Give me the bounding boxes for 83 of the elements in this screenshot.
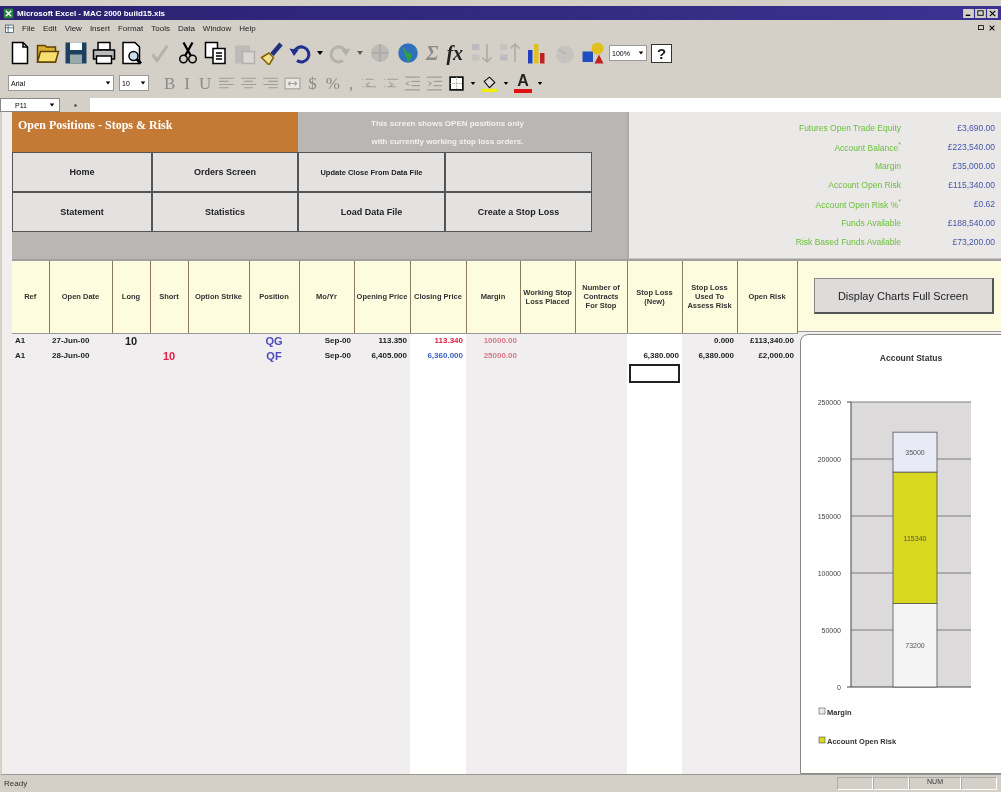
- menu-item[interactable]: Help: [238, 23, 257, 33]
- active-cell[interactable]: [629, 364, 680, 383]
- restore-button[interactable]: [975, 8, 986, 18]
- table-cell: 27-Jun-00: [52, 336, 90, 346]
- menu-item[interactable]: Data: [176, 23, 196, 33]
- summary-label: Account Open Risk %$^{*}$: [814, 198, 901, 210]
- table-cell: 6,405.000: [371, 351, 407, 360]
- summary-label: Margin: [874, 161, 901, 171]
- status-text: Ready: [4, 779, 28, 788]
- table-cell: Sep-00: [324, 336, 351, 346]
- shapes-icon[interactable]: [581, 41, 606, 65]
- workbook-icon: [4, 22, 15, 34]
- notice-text: with currently working stop loss orders.: [371, 136, 524, 146]
- help-button[interactable]: ?: [651, 43, 673, 63]
- menu-item[interactable]: Edit: [41, 23, 58, 33]
- menu-item[interactable]: Format: [116, 23, 145, 33]
- summary-value: £73,200.00: [951, 237, 995, 247]
- table-cell: 113.350: [378, 336, 407, 346]
- input-column[interactable]: [627, 385, 682, 774]
- table-cell: 28-Jun-00: [52, 351, 90, 360]
- nav-button[interactable]: Create a Stop Loss: [445, 192, 592, 232]
- menu-item[interactable]: Window: [201, 23, 233, 33]
- sheet-title: Open Positions - Stops & Risk: [18, 118, 173, 132]
- table-cell: 0.000: [713, 336, 734, 346]
- summary-value: £3,690.00: [956, 123, 995, 133]
- minimize-button[interactable]: [963, 8, 974, 18]
- table-cell: £2,000.00: [758, 351, 794, 360]
- font-color-button[interactable]: A: [514, 73, 532, 93]
- nav-button[interactable]: Load Data File: [298, 192, 445, 232]
- table-cell: QF: [266, 349, 282, 362]
- nav-button[interactable]: Home: [12, 152, 152, 192]
- scissors-icon[interactable]: [176, 41, 200, 65]
- summary-value: £35,000.00: [951, 161, 995, 171]
- summary-label: Futures Open Trade Equity: [797, 123, 901, 133]
- notice-text: This screen shows OPEN positions only: [371, 118, 524, 128]
- window-title: Microsoft Excel - MAC 2000 build15.xls: [17, 8, 166, 18]
- table-cell: A1: [15, 351, 26, 360]
- magnifier-page-icon[interactable]: [120, 41, 144, 65]
- paintbrush-icon[interactable]: [260, 41, 284, 65]
- table-cell: 10: [162, 349, 176, 362]
- display-charts-button[interactable]: Display Charts Full Screen: [813, 278, 994, 314]
- summary-label: Risk Based Funds Available: [794, 237, 901, 247]
- borders-icon[interactable]: [448, 74, 466, 92]
- summary-label: Funds Available: [840, 218, 901, 228]
- table-cell: 6,360.000: [427, 351, 463, 360]
- nav-button[interactable]: Statistics: [152, 192, 298, 232]
- summary-value: £188,540.00: [946, 218, 995, 228]
- table-cell: 25000.00: [483, 351, 517, 360]
- menu-item[interactable]: View: [63, 23, 83, 33]
- status-panel: [961, 777, 997, 790]
- restore-button[interactable]: [976, 24, 986, 32]
- table-cell: 6,380.000: [698, 351, 734, 360]
- menu-item[interactable]: File: [21, 23, 36, 33]
- input-column[interactable]: [410, 385, 466, 774]
- close-button[interactable]: [987, 24, 997, 32]
- globe-icon[interactable]: [396, 41, 420, 65]
- copy-icon[interactable]: [204, 41, 228, 65]
- toolbar-button[interactable]: fx: [444, 43, 466, 63]
- table-cell: 6,380.000: [643, 351, 679, 360]
- status-panel: [873, 777, 909, 790]
- table-cell: A1: [15, 336, 26, 346]
- close-button[interactable]: [987, 8, 998, 18]
- paint-bucket-icon[interactable]: [481, 74, 499, 92]
- dot-icon[interactable]: [72, 102, 78, 108]
- nav-button[interactable]: Statement: [12, 192, 152, 232]
- summary-value: £0.62: [972, 199, 995, 209]
- summary-label: Account Balance$^{*}$: [833, 141, 901, 153]
- table-cell: £113,340.00: [749, 336, 794, 346]
- nav-button[interactable]: Orders Screen: [152, 152, 298, 192]
- table-cell: 113.340: [434, 336, 463, 346]
- menu-item[interactable]: Insert: [88, 23, 111, 33]
- table-cell: 10000.00: [483, 336, 517, 346]
- summary-value: £115,340.00: [947, 180, 995, 190]
- table-cell: QG: [265, 334, 283, 347]
- summary-value: £223,540.00: [946, 142, 995, 152]
- menu-item[interactable]: Tools: [150, 23, 171, 33]
- table-cell: 10: [124, 334, 138, 347]
- table-cell: Sep-00: [324, 351, 351, 360]
- printer-icon[interactable]: [92, 41, 116, 65]
- app-icon: [3, 7, 14, 19]
- summary-label: Account Open Risk: [827, 180, 901, 190]
- status-panel: [837, 777, 873, 790]
- chart-title: Account Status: [879, 353, 942, 363]
